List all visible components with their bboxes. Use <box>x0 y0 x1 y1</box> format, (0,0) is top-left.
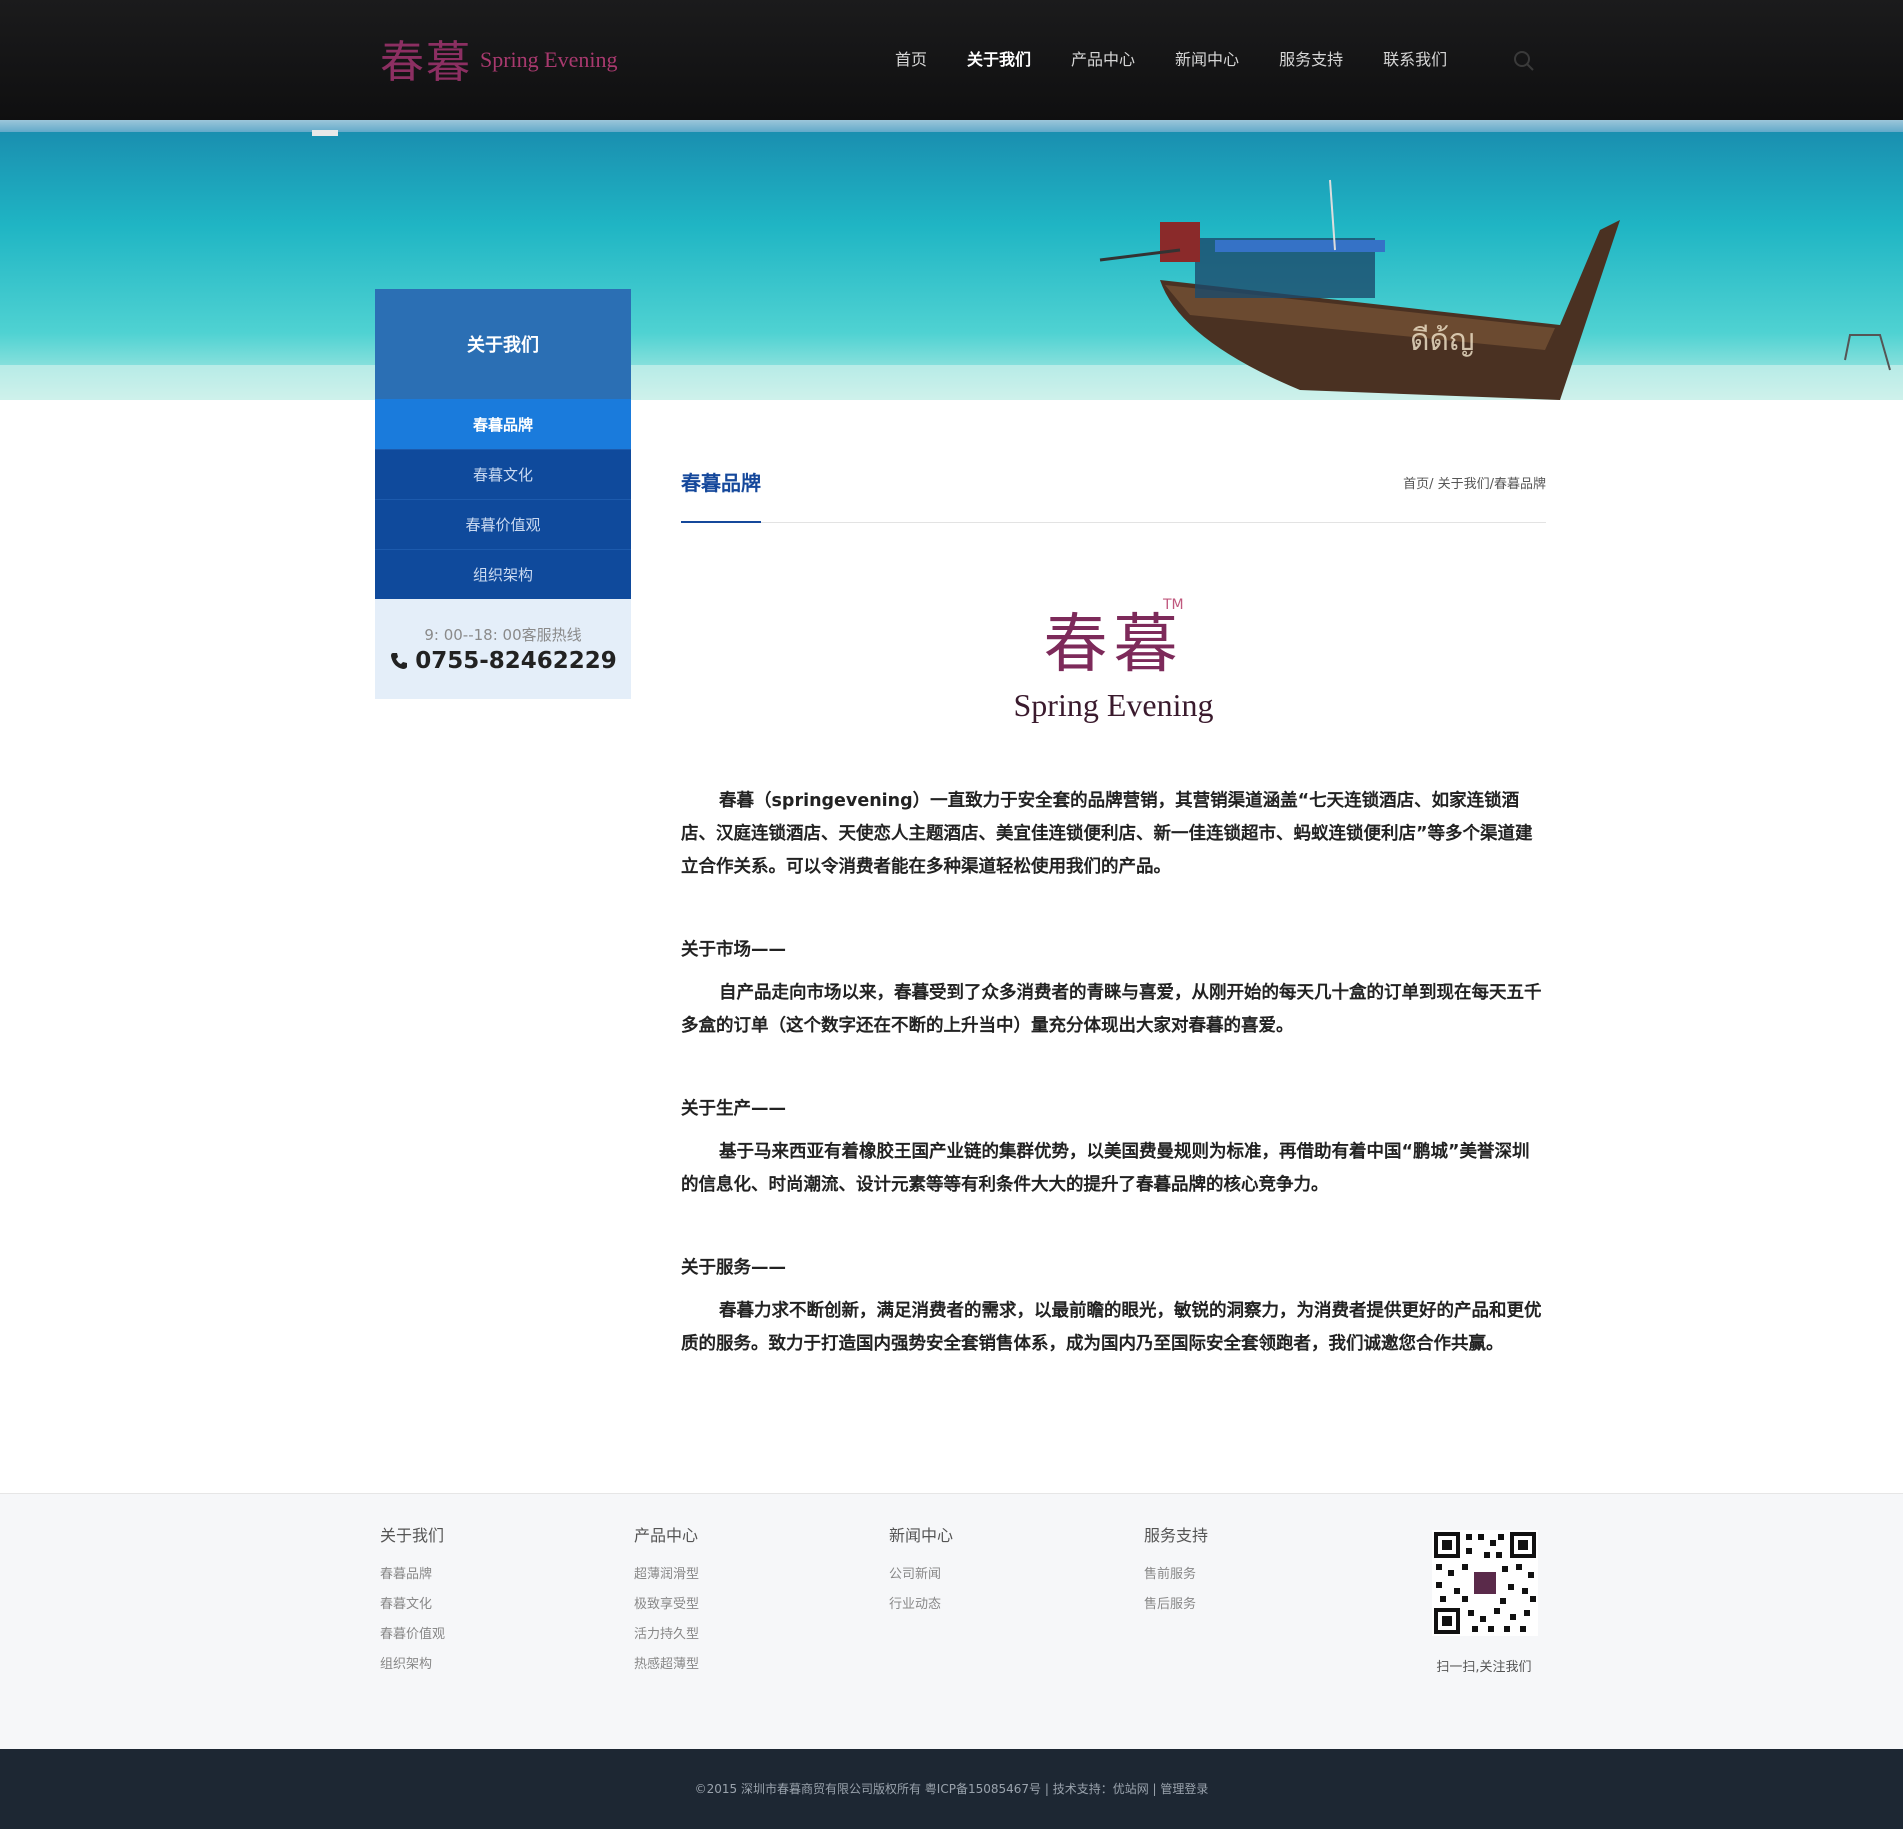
search-icon[interactable] <box>1513 50 1535 72</box>
nav-home[interactable]: 首页 <box>895 40 927 80</box>
main-content: 春暮品牌 首页/ 关于我们/春暮品牌 春暮 TM Spring Evening … <box>681 465 1546 1361</box>
footer-link[interactable]: 春暮文化 <box>380 1590 445 1620</box>
nav-contact[interactable]: 联系我们 <box>1383 40 1447 80</box>
qr-caption: 扫一扫,关注我们 <box>1436 1660 1532 1675</box>
brand-logo: 春暮 TM Spring Evening <box>681 593 1546 753</box>
footer-link[interactable]: 春暮价值观 <box>380 1620 445 1650</box>
phone-icon <box>391 653 408 669</box>
brand-logo-english: Spring Evening <box>1013 687 1214 723</box>
footer-link[interactable]: 极致享受型 <box>634 1590 699 1620</box>
section-market-heading: 关于市场—— <box>681 940 786 960</box>
section-service-body: 春暮力求不断创新，满足消费者的需求，以最前瞻的眼光，敏锐的洞察力，为消费者提供更… <box>681 1301 1542 1354</box>
title-underline <box>681 521 761 523</box>
hero-banner: ดีด้ญ <box>0 120 1903 400</box>
footer-link[interactable]: 售前服务 <box>1144 1560 1208 1590</box>
section-production-body: 基于马来西亚有着橡胶王国产业链的集群优势，以美国费曼规则为标准，再借助有着中国“… <box>681 1142 1530 1195</box>
nav-about[interactable]: 关于我们 <box>967 40 1031 80</box>
footer-link[interactable]: 活力持久型 <box>634 1620 699 1650</box>
site-logo[interactable]: 春暮 Spring Evening <box>380 28 618 88</box>
footer-link[interactable]: 公司新闻 <box>889 1560 953 1590</box>
section-market-body: 自产品走向市场以来，春暮受到了众多消费者的青睐与喜爱，从刚开始的每天几十盒的订单… <box>681 983 1542 1036</box>
brand-logo-tm: TM <box>1163 597 1184 613</box>
nav-news[interactable]: 新闻中心 <box>1175 40 1239 80</box>
footer-col-about: 关于我们 春暮品牌 春暮文化 春暮价值观 组织架构 <box>380 1522 445 1680</box>
footer-link[interactable]: 超薄润滑型 <box>634 1560 699 1590</box>
logo-chinese: 春暮 <box>380 37 472 88</box>
sidebar-item-values[interactable]: 春暮价值观 <box>375 499 631 549</box>
sidebar: 关于我们 春暮品牌 春暮文化 春暮价值观 组织架构 9: 00--18: 00客… <box>375 289 631 699</box>
qr-code-block: 扫一扫,关注我们 <box>1428 1530 1540 1675</box>
footer-bottom-bar: ©2015 深圳市春暮商贸有限公司版权所有 粤ICP备15085467号 | 技… <box>0 1749 1903 1829</box>
copyright-text: ©2015 深圳市春暮商贸有限公司版权所有 粤ICP备15085467号 | 技… <box>694 1782 1209 1796</box>
footer-col-title[interactable]: 关于我们 <box>380 1522 445 1546</box>
footer-col-title[interactable]: 新闻中心 <box>889 1522 953 1546</box>
sidebar-item-brand[interactable]: 春暮品牌 <box>375 399 631 449</box>
footer-links: 关于我们 春暮品牌 春暮文化 春暮价值观 组织架构 产品中心 超薄润滑型 极致享… <box>0 1493 1903 1749</box>
content-header: 春暮品牌 首页/ 关于我们/春暮品牌 <box>681 465 1546 523</box>
footer-col-title[interactable]: 服务支持 <box>1144 1522 1208 1546</box>
brand-logo-chinese: 春暮 <box>1043 608 1184 682</box>
nav-products[interactable]: 产品中心 <box>1071 40 1135 80</box>
main-nav: 首页 关于我们 产品中心 新闻中心 服务支持 联系我们 <box>895 40 1487 80</box>
hotline-label: 9: 00--18: 00客服热线 <box>424 626 582 644</box>
beach-boat-image: ดีด้ญ <box>0 120 1903 400</box>
footer-link[interactable]: 春暮品牌 <box>380 1560 445 1590</box>
hotline-box: 9: 00--18: 00客服热线 0755-82462229 <box>375 599 631 699</box>
footer-link[interactable]: 组织架构 <box>380 1650 445 1680</box>
breadcrumb[interactable]: 首页/ 关于我们/春暮品牌 <box>1403 473 1546 492</box>
intro-paragraph: 春暮（springevening）一直致力于安全套的品牌营销，其营销渠道涵盖“七… <box>681 791 1533 877</box>
sidebar-item-culture[interactable]: 春暮文化 <box>375 449 631 499</box>
footer-col-title[interactable]: 产品中心 <box>634 1522 699 1546</box>
section-service-heading: 关于服务—— <box>681 1258 786 1278</box>
sidebar-item-organization[interactable]: 组织架构 <box>375 549 631 599</box>
hotline-phone: 0755-82462229 <box>375 648 631 674</box>
qr-code-icon <box>1432 1530 1538 1636</box>
footer-col-support: 服务支持 售前服务 售后服务 <box>1144 1522 1208 1620</box>
hotline-number: 0755-82462229 <box>415 648 617 674</box>
logo-english: Spring Evening <box>480 47 618 72</box>
sidebar-title: 关于我们 <box>375 289 631 399</box>
footer-col-products: 产品中心 超薄润滑型 极致享受型 活力持久型 热感超薄型 <box>634 1522 699 1680</box>
footer-link[interactable]: 热感超薄型 <box>634 1650 699 1680</box>
site-header: 春暮 Spring Evening 首页 关于我们 产品中心 新闻中心 服务支持… <box>0 0 1903 120</box>
footer-link[interactable]: 售后服务 <box>1144 1590 1208 1620</box>
section-production-heading: 关于生产—— <box>681 1099 786 1119</box>
footer-col-news: 新闻中心 公司新闻 行业动态 <box>889 1522 953 1620</box>
nav-support[interactable]: 服务支持 <box>1279 40 1343 80</box>
svg-text:ดีด้ญ: ดีด้ญ <box>1410 323 1475 358</box>
footer-link[interactable]: 行业动态 <box>889 1590 953 1620</box>
